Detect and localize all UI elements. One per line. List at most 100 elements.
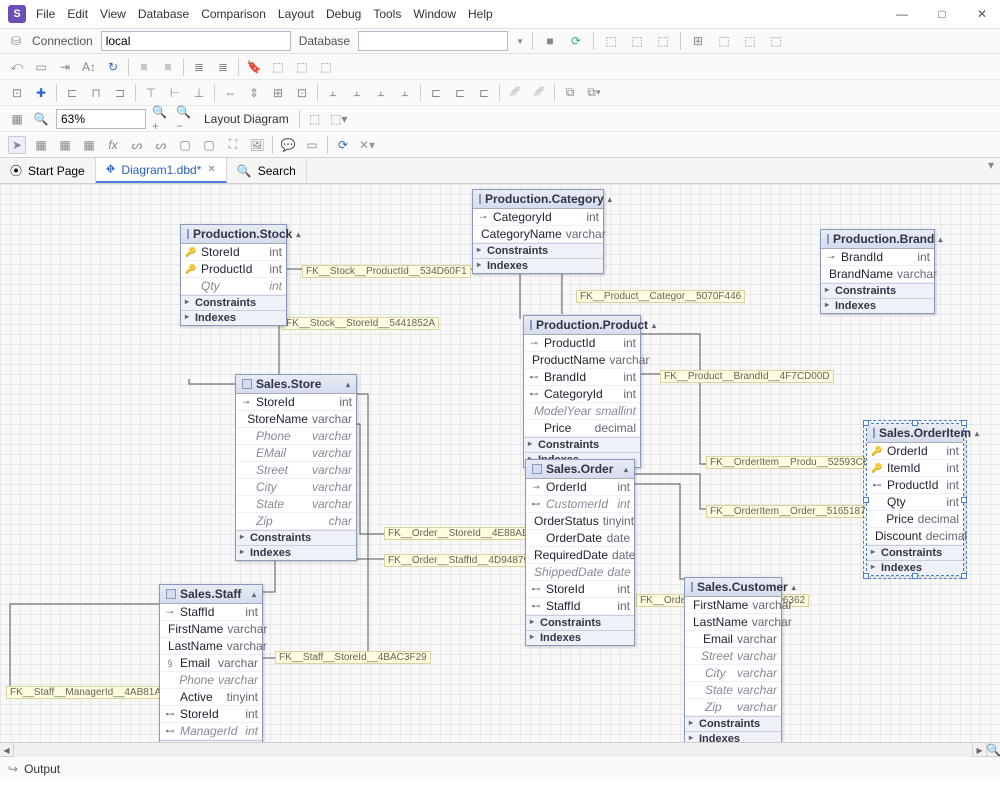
tb-proc-icon[interactable]: ▦: [80, 136, 98, 154]
entity-production-stock[interactable]: Production.Stock▴🔑StoreIdint🔑ProductIdin…: [180, 224, 287, 326]
tb-h2[interactable]: ⊏: [451, 84, 469, 102]
tb-font-icon[interactable]: A↕: [80, 58, 98, 76]
tb-stamp-icon[interactable]: ⛶: [224, 136, 242, 154]
entity-header[interactable]: Sales.OrderItem▴: [867, 424, 963, 443]
tb-g2[interactable]: ⫠: [348, 84, 366, 102]
entity-section-constraints[interactable]: Constraints: [685, 716, 781, 731]
entity-section-constraints[interactable]: Constraints: [160, 740, 262, 742]
relationship-label[interactable]: FK__OrderItem__Produ__52593CB8: [706, 456, 879, 469]
entity-section-constraints[interactable]: Constraints: [473, 243, 603, 258]
column-row[interactable]: FirstNamevarchar: [685, 597, 781, 614]
tab-search[interactable]: 🔍 Search: [227, 158, 307, 183]
column-row[interactable]: 🔑OrderIdint: [867, 443, 963, 460]
column-row[interactable]: 🔑ProductIdint: [181, 261, 286, 278]
tb-fit-icon[interactable]: ⊡: [293, 84, 311, 102]
entity-header[interactable]: Production.Category▴: [473, 190, 603, 209]
column-row[interactable]: ⊸CategoryIdint: [473, 209, 603, 226]
column-row[interactable]: Statevarchar: [236, 496, 356, 513]
tb-align4[interactable]: ≣: [214, 58, 232, 76]
menu-file[interactable]: File: [36, 7, 55, 21]
entity-header[interactable]: Production.Product▴: [524, 316, 640, 335]
collapse-icon[interactable]: ▴: [624, 465, 628, 474]
tb-h1[interactable]: ⊏: [427, 84, 445, 102]
tb-i2[interactable]: ␥: [530, 84, 548, 102]
scroll-right-icon[interactable]: ▸: [972, 743, 986, 757]
column-row[interactable]: Streetvarchar: [685, 648, 781, 665]
column-row[interactable]: StoreNamevarchar: [236, 411, 356, 428]
relationship-label[interactable]: FK__Order__StoreId__4E88ABD4: [384, 527, 545, 540]
entity-sales-store[interactable]: Sales.Store▴⊸StoreIdintStoreNamevarcharP…: [235, 374, 357, 561]
tb-align-left-icon[interactable]: ⊏: [63, 84, 81, 102]
column-row[interactable]: ShippedDatedate: [526, 564, 634, 581]
tb-layout2[interactable]: ⬚▾: [330, 110, 348, 128]
column-row[interactable]: EMailvarchar: [236, 445, 356, 462]
tb-align1[interactable]: ≡: [135, 58, 153, 76]
minimize-button[interactable]: —: [892, 7, 912, 21]
column-row[interactable]: OrderDatedate: [526, 530, 634, 547]
tb-align-bot-icon[interactable]: ⊥: [190, 84, 208, 102]
column-row[interactable]: ⊸StaffIdint: [160, 604, 262, 621]
scroll-track[interactable]: [14, 743, 972, 757]
tb-refresh-icon[interactable]: ↻: [104, 58, 122, 76]
tb-group-icon[interactable]: ⧉: [561, 84, 579, 102]
column-row[interactable]: ⊸ProductIdint: [524, 335, 640, 352]
tb-func-icon[interactable]: fx: [104, 136, 122, 154]
toolbar-stop-icon[interactable]: ■: [541, 32, 559, 50]
column-row[interactable]: ⊷BrandIdint: [524, 369, 640, 386]
entity-header[interactable]: Sales.Order▴: [526, 460, 634, 479]
column-row[interactable]: ⊷StoreIdint: [160, 706, 262, 723]
tb-nav1[interactable]: ⬚: [269, 58, 287, 76]
tb-g4[interactable]: ⫠: [396, 84, 414, 102]
tb-ungroup-icon[interactable]: ⧉▾: [585, 84, 603, 102]
collapse-icon[interactable]: ▴: [792, 583, 796, 592]
entity-section-indexes[interactable]: Indexes: [685, 731, 781, 742]
tab-overflow[interactable]: ▾: [982, 158, 1000, 183]
entity-section-indexes[interactable]: Indexes: [821, 298, 934, 313]
relationship-label[interactable]: FK__Staff__ManagerId__4AB81AF0: [6, 686, 177, 699]
entity-production-product[interactable]: Production.Product▴⊸ProductIdintProductN…: [523, 315, 641, 468]
menu-edit[interactable]: Edit: [67, 7, 88, 21]
collapse-icon[interactable]: ▴: [296, 230, 300, 239]
column-row[interactable]: ⊷ManagerIdint: [160, 723, 262, 740]
database-select[interactable]: [358, 31, 508, 51]
toolbar-btn-6[interactable]: ⬚: [741, 32, 759, 50]
tb-cont1-icon[interactable]: ▢: [176, 136, 194, 154]
column-row[interactable]: CategoryNamevarchar: [473, 226, 603, 243]
tb-align-center-icon[interactable]: ⊓: [87, 84, 105, 102]
close-button[interactable]: ✕: [972, 7, 992, 21]
column-row[interactable]: Emailvarchar: [685, 631, 781, 648]
tb-align3[interactable]: ≣: [190, 58, 208, 76]
maximize-button[interactable]: □: [932, 7, 952, 21]
entity-section-constraints[interactable]: Constraints: [524, 437, 640, 452]
tb-pointer-icon[interactable]: ➤: [8, 136, 26, 154]
column-row[interactable]: Pricedecimal: [867, 511, 963, 528]
entity-production-brand[interactable]: Production.Brand▴⊸BrandIdintBrandNamevar…: [820, 229, 935, 314]
tb-a1[interactable]: ⊡: [8, 84, 26, 102]
tb-note-icon[interactable]: 💬: [279, 136, 297, 154]
relationship-label[interactable]: FK__Product__BrandId__4F7CD00D: [660, 370, 834, 383]
toolbar-btn-7[interactable]: ⬚: [767, 32, 785, 50]
tb-view-icon[interactable]: ▦: [56, 136, 74, 154]
entity-sales-staff[interactable]: Sales.Staff▴⊸StaffIdintFirstNamevarcharL…: [159, 584, 263, 742]
toolbar-btn-1[interactable]: ⬚: [602, 32, 620, 50]
tb-zoomout-icon[interactable]: 🔍−: [176, 110, 194, 128]
tb-select-icon[interactable]: ▭: [32, 58, 50, 76]
collapse-icon[interactable]: ▴: [346, 380, 350, 389]
tab-close-icon[interactable]: ✕: [207, 164, 215, 175]
tb-zoom-icon[interactable]: 🔍: [32, 110, 50, 128]
toolbar-btn-2[interactable]: ⬚: [628, 32, 646, 50]
tb-dist-v-icon[interactable]: ⇕: [245, 84, 263, 102]
scroll-left-icon[interactable]: ◂: [0, 743, 14, 757]
menu-comparison[interactable]: Comparison: [201, 7, 266, 21]
column-row[interactable]: Statevarchar: [685, 682, 781, 699]
tb-a2[interactable]: ✚: [32, 84, 50, 102]
entity-section-constraints[interactable]: Constraints: [526, 615, 634, 630]
column-row[interactable]: ⊷CategoryIdint: [524, 386, 640, 403]
collapse-icon[interactable]: ▴: [975, 429, 979, 438]
horizontal-scrollbar[interactable]: ◂ ▸ 🔍: [0, 742, 1000, 756]
tb-table-icon[interactable]: ▦: [32, 136, 50, 154]
toolbar-refresh-icon[interactable]: ⟳: [567, 32, 585, 50]
column-row[interactable]: Streetvarchar: [236, 462, 356, 479]
relationship-label[interactable]: FK__Stock__ProductId__534D60F1: [302, 265, 471, 278]
menu-view[interactable]: View: [100, 7, 126, 21]
